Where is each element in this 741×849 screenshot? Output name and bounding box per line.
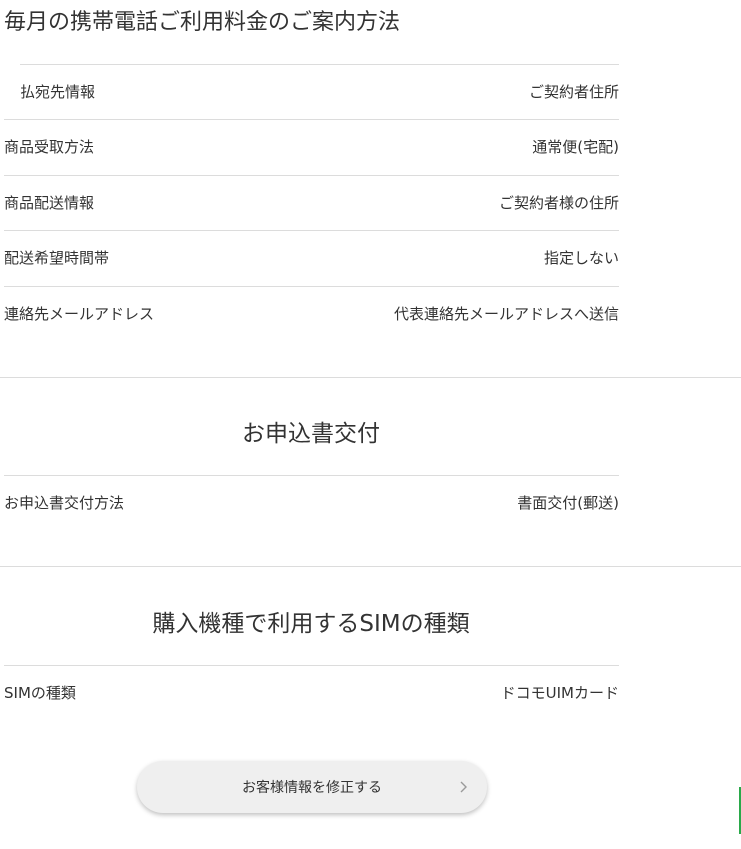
billing-notice-title: 毎月の携帯電話ご利用料金のご案内方法 [4,10,401,35]
info-row-contact-email: 連絡先メールアドレス 代表連絡先メールアドレスへ送信 [4,286,619,341]
row-value: ご契約者住所 [528,83,619,101]
info-row-delivery-info: 商品配送情報 ご契約者様の住所 [4,175,619,230]
row-value: 指定しない [543,249,619,267]
application-form-title: お申込書交付 [242,421,380,447]
row-value: 代表連絡先メールアドレスへ送信 [393,305,619,323]
chevron-right-icon [460,781,467,793]
edit-button-label: お客様情報を修正する [242,780,382,796]
row-value: 通常便(宅配) [532,138,619,156]
section-divider [0,566,741,567]
row-label: 配送希望時間帯 [4,249,110,267]
section-divider [0,377,741,378]
info-row-receive-method: 商品受取方法 通常便(宅配) [4,119,619,174]
row-label: 連絡先メールアドレス [4,305,155,323]
sim-type-title: 購入機種で利用するSIMの種類 [152,611,470,637]
edit-customer-info-button[interactable]: お客様情報を修正する [137,761,487,813]
row-label: 商品受取方法 [4,138,95,156]
row-label: 商品配送情報 [4,194,95,212]
info-row-billing-address: 払宛先情報 ご契約者住所 [20,64,619,119]
row-label: SIMの種類 [4,684,76,702]
info-row-delivery-time: 配送希望時間帯 指定しない [4,230,619,285]
row-value: ドコモUIMカード [500,684,619,702]
row-label: お申込書交付方法 [4,494,125,512]
row-value: 書面交付(郵送) [517,494,619,512]
row-value: ご契約者様の住所 [498,194,619,212]
row-label: 払宛先情報 [20,83,96,101]
info-row-sim-type: SIMの種類 ドコモUIMカード [4,665,619,720]
info-row-application-form-method: お申込書交付方法 書面交付(郵送) [4,475,619,530]
